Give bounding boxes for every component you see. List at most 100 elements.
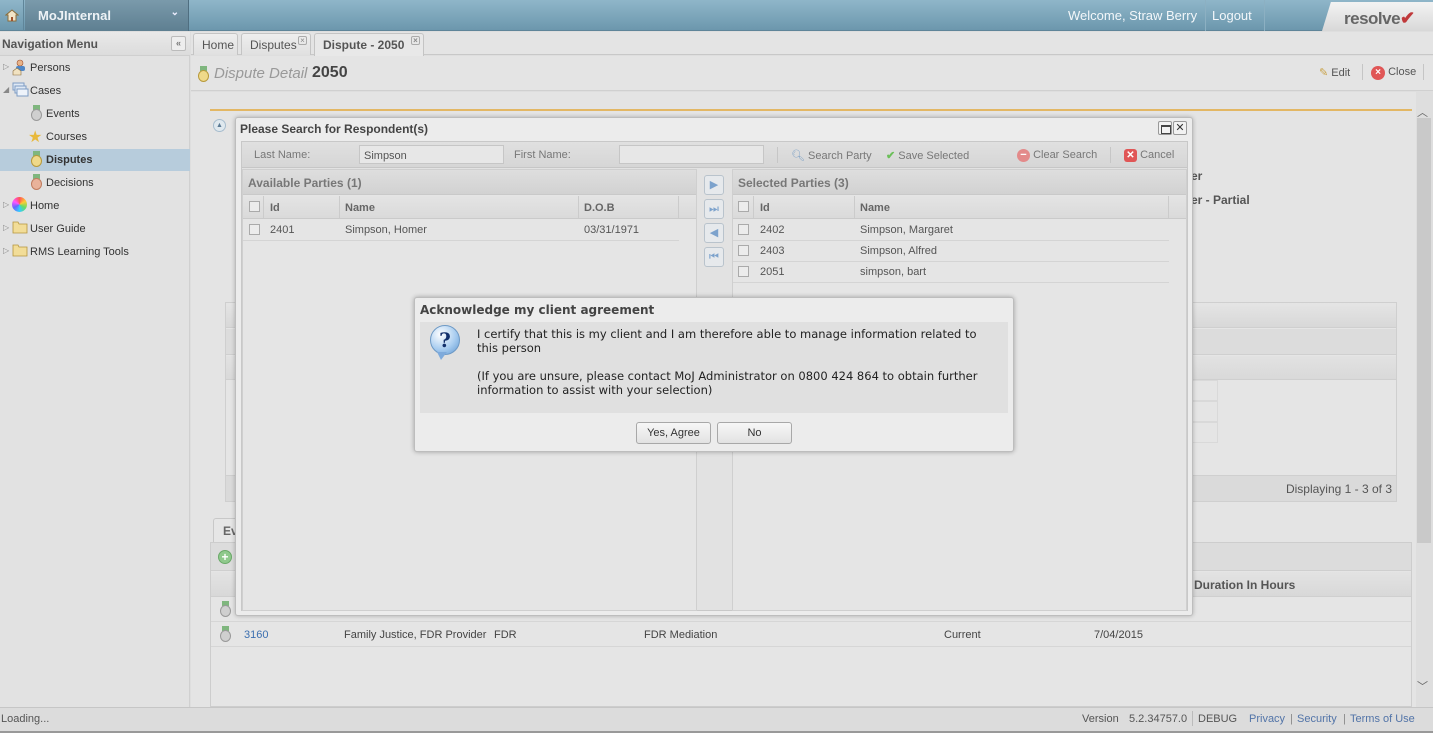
tab-bar: Home Disputes × Dispute - 2050 ×	[191, 32, 1433, 56]
sidebar-item-user-guide[interactable]: ▷ User Guide	[0, 218, 190, 240]
event-medal-icon	[220, 626, 231, 642]
column-header-id[interactable]: Id	[760, 202, 770, 214]
yes-agree-button[interactable]: Yes, Agree	[636, 422, 711, 444]
logout-link[interactable]: Logout	[1200, 0, 1265, 31]
divider	[1423, 64, 1424, 80]
top-bar: MoJInternal ⌄ Welcome, Straw Berry Logou…	[0, 0, 1433, 31]
collapse-sidebar-button[interactable]: «	[171, 36, 186, 51]
move-left-button[interactable]: ◀	[704, 223, 724, 243]
sidebar-item-decisions[interactable]: Decisions	[0, 172, 190, 194]
column-header-id[interactable]: Id	[270, 202, 280, 214]
loading-status: Loading...	[1, 713, 50, 725]
party-id: 2403	[760, 245, 785, 257]
section-divider	[210, 109, 1412, 111]
navigation-sidebar: Navigation Menu « ▷ Persons ◢ Cases Even…	[0, 32, 190, 707]
grid-title: Selected Parties (3)	[733, 170, 1186, 195]
add-icon[interactable]: +	[218, 550, 232, 564]
terms-link[interactable]: Terms of Use	[1350, 713, 1415, 725]
column-header-dob[interactable]: D.O.B	[584, 202, 615, 214]
save-selected-button[interactable]: ✔ Save Selected	[886, 149, 969, 162]
move-all-right-button[interactable]: ⏭	[704, 199, 724, 219]
sidebar-item-events[interactable]: Events	[0, 103, 190, 125]
party-name: simpson, bart	[860, 266, 927, 278]
grid-paging-info: Displaying 1 - 3 of 3	[1285, 482, 1392, 496]
expand-icon[interactable]: ▷	[3, 62, 9, 71]
chevron-down-icon: ⌄	[170, 7, 179, 18]
nav-menu-title-text: Navigation Menu	[2, 37, 99, 51]
dialog-body: ? I certify that this is my client and I…	[420, 322, 1008, 413]
close-icon[interactable]: ✕	[1173, 121, 1187, 135]
sidebar-item-persons[interactable]: ▷ Persons	[0, 57, 190, 79]
close-tab-icon[interactable]: ×	[298, 36, 307, 45]
sidebar-item-cases[interactable]: ◢ Cases	[0, 80, 190, 102]
edit-button[interactable]: ✎ Edit	[1319, 66, 1350, 79]
last-name-input[interactable]	[359, 145, 504, 164]
close-tab-icon[interactable]: ×	[411, 36, 420, 45]
column-header-name[interactable]: Name	[345, 202, 375, 214]
app-name: MoJInternal	[38, 8, 111, 23]
home-button[interactable]	[0, 0, 24, 31]
sidebar-item-label: RMS Learning Tools	[30, 246, 129, 258]
sidebar-item-label: Persons	[30, 62, 71, 74]
sidebar-item-courses[interactable]: ★ Courses	[0, 126, 190, 148]
table-row[interactable]: 2401 Simpson, Homer 03/31/1971	[243, 220, 679, 241]
scroll-down-icon[interactable]: ﹀	[1417, 678, 1428, 694]
dialog-note: (If you are unsure, please contact MoJ A…	[477, 369, 978, 397]
row-checkbox[interactable]	[738, 245, 749, 256]
event-id-link[interactable]: 3160	[244, 629, 268, 641]
maximize-icon[interactable]	[1158, 121, 1172, 135]
row-checkbox[interactable]	[249, 224, 260, 235]
event-provider: Family Justice, FDR Provider	[344, 629, 487, 641]
table-row[interactable]: 3160 Family Justice, FDR Provider FDR FD…	[211, 623, 1411, 647]
grid-header: Id Name	[733, 196, 1186, 219]
table-row[interactable]: 2403 Simpson, Alfred	[733, 241, 1169, 262]
event-name: FDR Mediation	[644, 629, 718, 641]
collapse-icon[interactable]: ◢	[3, 85, 9, 94]
first-name-label: First Name:	[514, 149, 571, 161]
no-button[interactable]: No	[717, 422, 792, 444]
search-party-button[interactable]: 🔍︎ Search Party	[791, 149, 872, 162]
arrow-first-icon: ⏮	[709, 251, 719, 263]
table-row[interactable]: 2051 simpson, bart	[733, 262, 1169, 283]
expand-icon[interactable]: ▷	[3, 200, 9, 209]
select-all-checkbox[interactable]	[249, 201, 260, 212]
detail-header: Dispute Detail 2050 ✎ Edit × Close	[191, 56, 1433, 91]
row-checkbox[interactable]	[738, 266, 749, 277]
pencil-icon: ✎	[1319, 67, 1329, 79]
sidebar-item-home[interactable]: ▷ Home	[0, 195, 190, 217]
privacy-link[interactable]: Privacy	[1249, 713, 1285, 725]
security-link[interactable]: Security	[1297, 713, 1337, 725]
version-number: 5.2.34757.0	[1129, 713, 1188, 725]
row-checkbox[interactable]	[738, 224, 749, 235]
tab-dispute-2050[interactable]: Dispute - 2050 ×	[314, 33, 424, 56]
sidebar-item-disputes[interactable]: Disputes	[0, 149, 190, 171]
clear-search-button[interactable]: − Clear Search	[1017, 149, 1097, 162]
expand-icon[interactable]: ▷	[3, 223, 9, 232]
column-header-name[interactable]: Name	[860, 202, 890, 214]
party-id: 2051	[760, 266, 785, 278]
sidebar-item-rms-learning-tools[interactable]: ▷ RMS Learning Tools	[0, 241, 190, 263]
logo-text: resolve	[1344, 9, 1401, 28]
cancel-button[interactable]: ✕ Cancel	[1124, 149, 1174, 162]
tab-disputes[interactable]: Disputes ×	[241, 33, 311, 55]
divider	[1192, 711, 1193, 726]
column-header-duration[interactable]: Duration In Hours	[1194, 578, 1295, 592]
close-red-icon: ×	[1371, 66, 1385, 80]
decisions-medal-icon	[31, 174, 42, 190]
table-row[interactable]: 2402 Simpson, Margaret	[733, 220, 1169, 241]
select-all-checkbox[interactable]	[738, 201, 749, 212]
event-medal-icon	[220, 601, 231, 617]
close-button[interactable]: × Close	[1371, 66, 1416, 80]
collapse-section-icon[interactable]: ▲	[213, 119, 226, 132]
color-wheel-icon	[12, 197, 27, 212]
app-switcher[interactable]: MoJInternal ⌄	[25, 0, 189, 31]
party-id: 2401	[270, 224, 295, 236]
dialog-message: I certify that this is my client and I a…	[477, 327, 977, 355]
expand-icon[interactable]: ▷	[3, 246, 9, 255]
clear-search-label: Clear Search	[1033, 149, 1098, 161]
move-right-button[interactable]: ▶	[704, 175, 724, 195]
move-all-left-button[interactable]: ⏮	[704, 247, 724, 267]
page-scrollbar[interactable]	[1417, 118, 1431, 543]
first-name-input[interactable]	[619, 145, 764, 164]
tab-home[interactable]: Home	[193, 33, 238, 55]
